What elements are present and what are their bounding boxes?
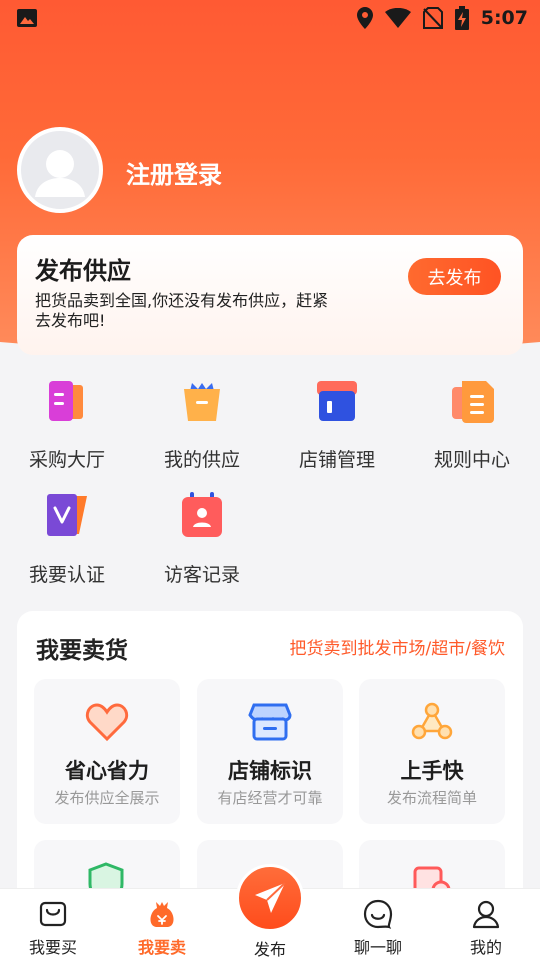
grid-label: 店铺管理	[298, 449, 375, 471]
shopping-bag-icon	[39, 901, 67, 927]
status-bar: 5:07	[0, 0, 540, 36]
feature-subtitle: 发布供应全展示	[54, 789, 160, 807]
paper-plane-icon	[255, 882, 286, 913]
tab-sell[interactable]: 我要卖	[117, 889, 207, 960]
grid-label: 我的供应	[163, 449, 240, 471]
status-time: 5:07	[480, 7, 528, 29]
tab-label: 我的	[469, 938, 502, 957]
chat-face-icon	[363, 899, 393, 929]
grid-label: 访客记录	[163, 564, 240, 586]
login-register-link[interactable]: 注册登录	[126, 155, 222, 190]
feature-subtitle: 发布流程简单	[386, 789, 477, 807]
money-bag-icon	[150, 902, 174, 927]
visitor-record-icon	[182, 492, 222, 537]
grid-item-purchase-hall[interactable]: 采购大厅	[13, 377, 113, 477]
user-icon	[472, 900, 500, 929]
store-management-icon	[317, 381, 357, 421]
tab-chat[interactable]: 聊一聊	[333, 889, 423, 960]
grid-item-my-supply[interactable]: 我的供应	[148, 377, 248, 477]
feature-card[interactable]: 省心省力 发布供应全展示	[34, 679, 180, 824]
grid-item-visitor-record[interactable]: 访客记录	[148, 492, 248, 592]
location-icon	[356, 7, 373, 29]
sell-channels-link[interactable]: 把货卖到批发市场/超市/餐饮	[290, 634, 505, 659]
grid-label: 规则中心	[433, 449, 510, 471]
my-supply-icon	[184, 383, 220, 421]
publish-fab-button[interactable]	[236, 864, 304, 932]
grid-item-store-management[interactable]: 店铺管理	[283, 377, 383, 477]
sell-section-title: 我要卖货	[36, 638, 128, 664]
feature-title: 上手快	[400, 759, 464, 783]
tab-label: 聊一聊	[353, 938, 402, 957]
image-notification-icon	[17, 9, 37, 27]
wifi-icon	[384, 8, 411, 28]
no-sim-icon	[422, 7, 443, 29]
grid-label: 采购大厅	[28, 449, 105, 471]
tab-label: 我要卖	[137, 938, 186, 957]
go-publish-button[interactable]: 去发布	[408, 258, 501, 295]
tab-mine[interactable]: 我的	[441, 889, 531, 960]
heart-icon	[85, 703, 129, 742]
battery-charging-icon	[454, 6, 469, 30]
publish-card-description: 把货品卖到全国,你还没有发布供应，赶紧去发布吧!	[35, 291, 329, 330]
verification-icon	[47, 494, 87, 536]
grid-item-verification[interactable]: 我要认证	[13, 492, 113, 592]
feature-card[interactable]: 上手快 发布流程简单	[359, 679, 505, 824]
tab-buy[interactable]: 我要买	[8, 889, 98, 960]
shop-sign-icon	[248, 703, 292, 741]
grid-item-rules-center[interactable]: 规则中心	[418, 377, 518, 477]
tab-label-publish: 发布	[253, 940, 286, 959]
network-icon	[411, 702, 453, 740]
feature-title: 省心省力	[65, 759, 149, 783]
purchase-hall-icon	[49, 381, 83, 421]
publish-supply-card: 发布供应 把货品卖到全国,你还没有发布供应，赶紧去发布吧! 去发布	[17, 235, 523, 355]
feature-title: 店铺标识	[228, 759, 312, 783]
publish-card-title: 发布供应	[35, 257, 131, 285]
avatar[interactable]	[17, 127, 103, 213]
tab-label: 我要买	[28, 938, 77, 957]
grid-label: 我要认证	[28, 564, 105, 586]
default-avatar-icon	[35, 150, 85, 197]
rules-center-icon	[452, 381, 494, 423]
feature-subtitle: 有店经营才可靠	[217, 789, 323, 807]
feature-card[interactable]: 店铺标识 有店经营才可靠	[197, 679, 343, 824]
